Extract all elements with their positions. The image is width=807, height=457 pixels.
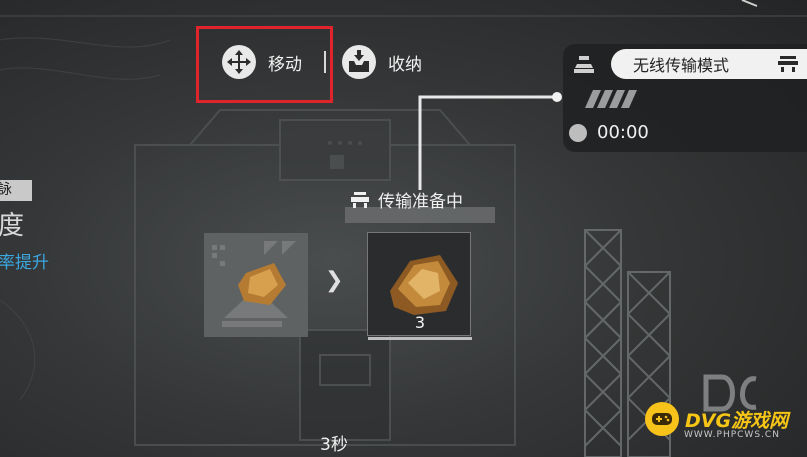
left-panel-bonus-text: 率提升 <box>0 253 49 273</box>
mode-label: 无线传输模式 <box>633 56 730 75</box>
ore-deposit-icon <box>212 241 296 327</box>
chevron-right-icon: ❯ <box>325 268 344 293</box>
store-label: 收纳 <box>388 54 422 75</box>
timer-value: 00:00 <box>597 122 649 143</box>
tutorial-highlight-frame <box>196 26 333 103</box>
status-stripes-icon <box>585 90 637 108</box>
mode-timer: 00:00 <box>569 122 649 143</box>
wireless-signal-icon <box>778 56 798 72</box>
gamepad-icon <box>645 402 679 436</box>
input-slot[interactable] <box>204 233 308 337</box>
transfer-status: 传输准备中 <box>350 187 463 212</box>
store-button[interactable]: 收纳 <box>342 45 422 79</box>
timer-indicator-icon <box>569 123 587 142</box>
countdown-text: 3秒 <box>320 435 348 455</box>
left-panel-heading: 度 <box>0 211 25 241</box>
wireless-mode-toggle[interactable]: 无线传输模式 <box>611 49 807 79</box>
transfer-mode-panel: 无线传输模式 00:00 <box>563 44 807 152</box>
output-slot-underline <box>368 337 472 340</box>
watermark-url: WWW.PHPCWS.CN <box>684 430 780 440</box>
game-scene: 詠 度 率提升 移动 收纳 无线传输模式 00:00 传输准备中 ❯ 3 3秒 … <box>0 0 807 457</box>
transfer-status-label: 传输准备中 <box>378 192 463 212</box>
transfer-signal-icon <box>351 191 369 208</box>
machine-icon <box>574 56 594 73</box>
watermark-title: DVG游戏网 <box>685 409 789 432</box>
output-count: 3 <box>414 313 426 332</box>
store-box-icon <box>342 45 376 79</box>
output-slot[interactable]: 3 <box>367 232 472 340</box>
left-panel-tag: 詠 <box>0 180 32 201</box>
